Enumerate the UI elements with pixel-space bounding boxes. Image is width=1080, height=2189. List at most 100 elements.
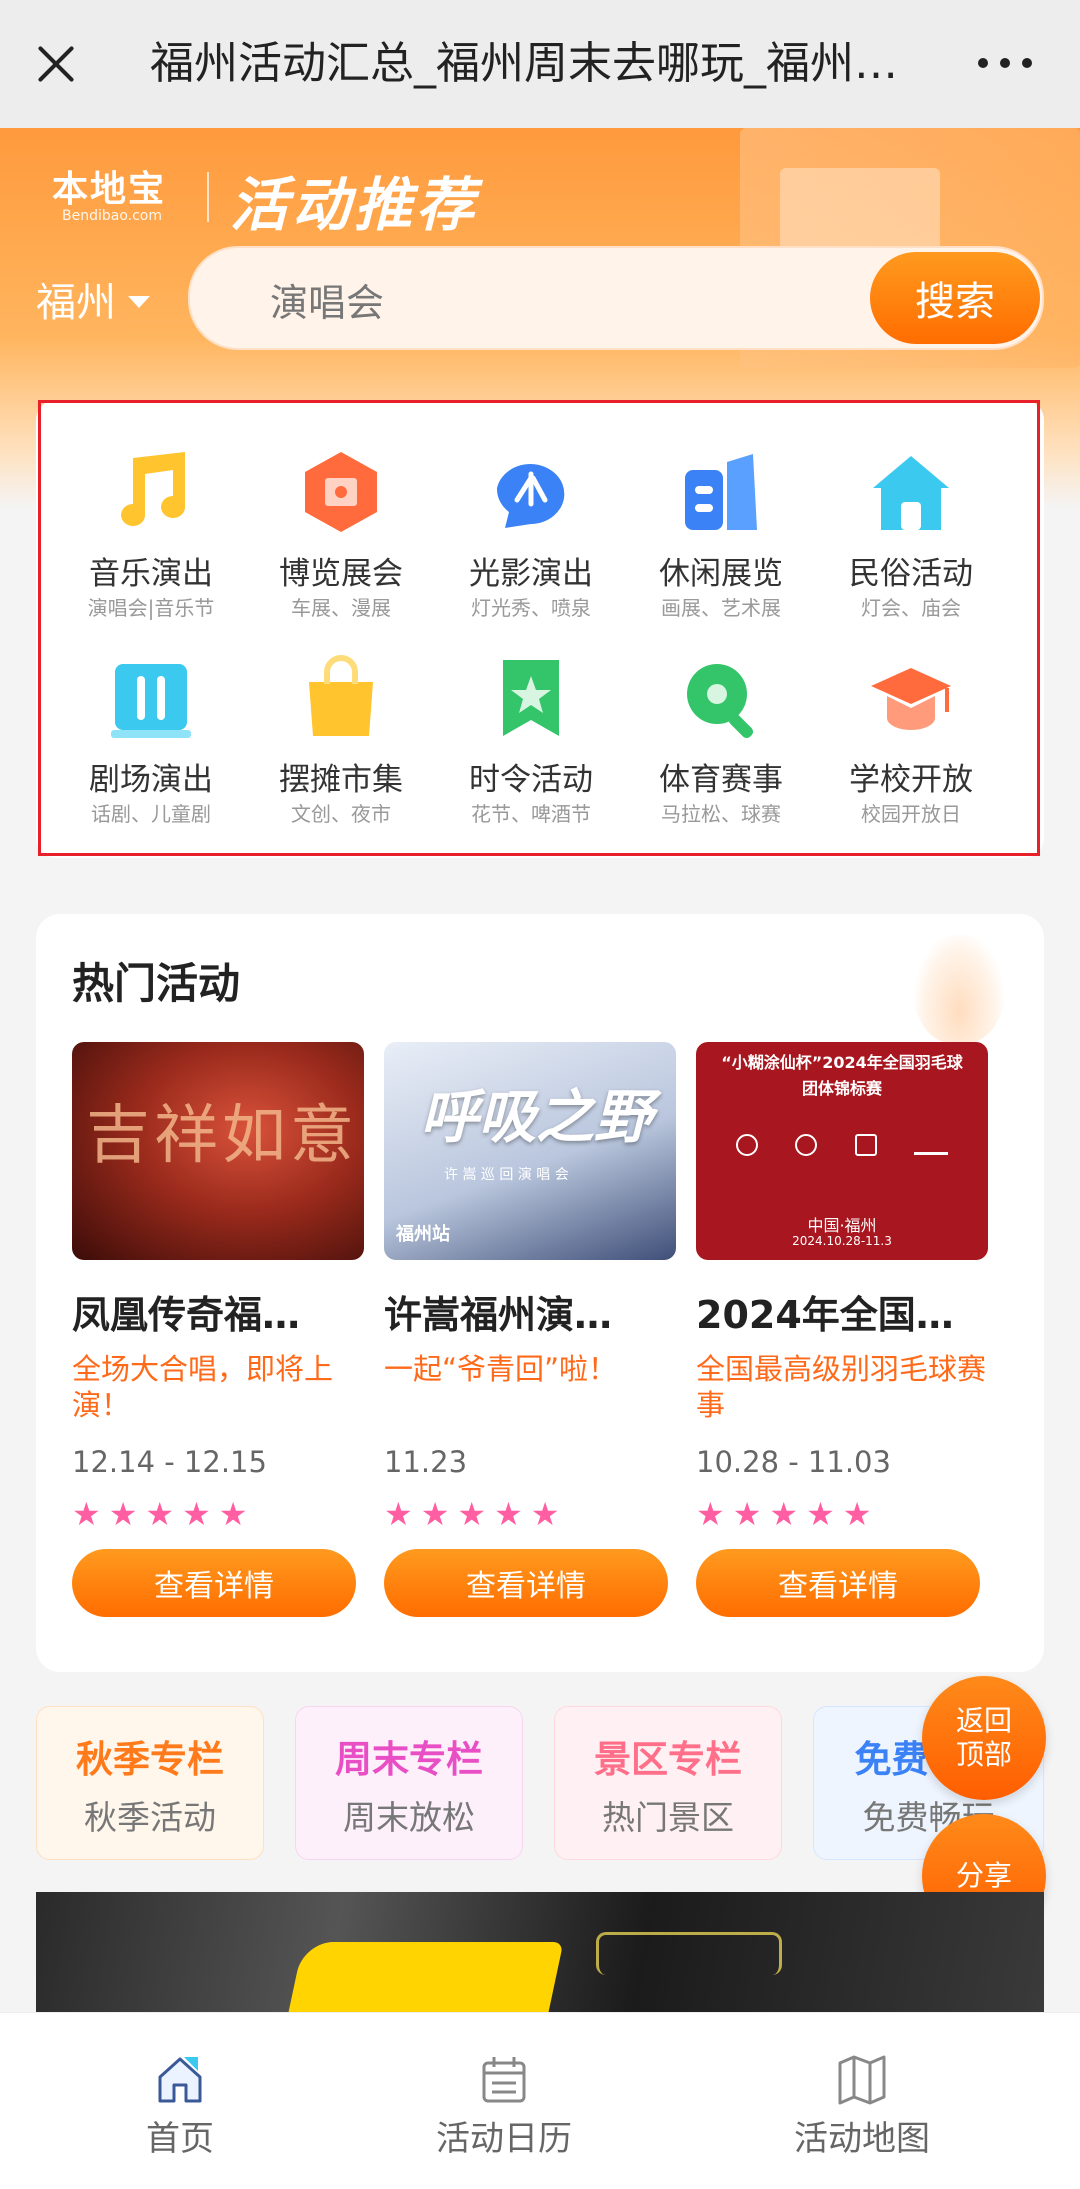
event-name: 凤凰传奇福… (72, 1293, 301, 1337)
category-name: 博览展会 (279, 556, 403, 592)
category-name: 剧场演出 (89, 762, 213, 798)
category-sub: 校园开放日 (861, 802, 961, 826)
event-name: 许嵩福州演… (384, 1293, 613, 1337)
nav-map[interactable]: 活动地图 (762, 2053, 962, 2160)
sponsor-logos (736, 1134, 948, 1156)
nav-label: 活动日历 (436, 2119, 572, 2159)
category-item[interactable]: 剧场演出话剧、儿童剧 (56, 654, 246, 827)
event-date: 11.23 (384, 1445, 468, 1479)
hot-events-title: 热门活动 (72, 959, 241, 1008)
category-name: 休闲展览 (659, 556, 783, 592)
category-name: 学校开放 (849, 762, 973, 798)
city-label: 福州 (36, 280, 116, 326)
search-button[interactable]: 搜索 (870, 252, 1040, 344)
category-sub: 文创、夜市 (291, 802, 391, 826)
promo-banner[interactable] (36, 1892, 1044, 2012)
bottom-nav: 首页 活动日历 活动地图 (0, 2012, 1080, 2189)
chevron-down-icon (128, 296, 150, 308)
search-input[interactable]: 演唱会 (270, 272, 384, 327)
rating-stars: ★★★★★ (384, 1495, 568, 1533)
column-autumn[interactable]: 秋季专栏 秋季活动 (36, 1706, 264, 1860)
nav-label: 活动地图 (794, 2119, 930, 2159)
column-sub: 周末放松 (343, 1798, 475, 1837)
event-date: 12.14 - 12.15 (72, 1445, 267, 1479)
category-item[interactable]: 时令活动花节、啤酒节 (436, 654, 626, 827)
ping-pong-icon (677, 654, 765, 742)
star-badge-icon (487, 654, 575, 742)
event-card[interactable]: 呼吸之野 许 嵩 巡 回 演 唱 会 福州站 许嵩福州演… 一起“爷青回”啦！ … (384, 1042, 676, 1617)
category-name: 摆摊市集 (279, 762, 403, 798)
theater-icon (107, 654, 195, 742)
exhibition-icon (297, 448, 385, 536)
event-desc: 全国最高级别羽毛球赛事 (696, 1352, 987, 1422)
category-sub: 马拉松、球赛 (661, 802, 781, 826)
column-title: 景区专栏 (594, 1738, 742, 1781)
event-desc: 全场大合唱，即将上演！ (72, 1352, 334, 1422)
rating-stars: ★★★★★ (696, 1495, 880, 1533)
more-options-icon[interactable] (978, 58, 1032, 68)
hero-title: 活动推荐 (230, 171, 479, 239)
category-name: 音乐演出 (89, 556, 213, 592)
category-item[interactable]: 学校开放 校园开放日 (816, 654, 1006, 827)
event-poster[interactable]: 呼吸之野 许 嵩 巡 回 演 唱 会 福州站 (384, 1042, 676, 1260)
category-name: 光影演出 (469, 556, 593, 592)
category-sub: 画展、艺术展 (661, 596, 781, 620)
map-icon (836, 2053, 888, 2105)
shopping-bag-icon (297, 654, 385, 742)
category-sub: 演唱会|音乐节 (87, 596, 215, 620)
event-card[interactable]: 吉祥如意 凤凰传奇福… 全场大合唱，即将上演！ 12.14 - 12.15 ★★… (72, 1042, 364, 1617)
column-weekend[interactable]: 周末专栏 周末放松 (295, 1706, 523, 1860)
page-title: 福州活动汇总_福州周末去哪玩_福州… (150, 38, 898, 89)
category-item[interactable]: 音乐演出演唱会|音乐节 (56, 448, 246, 621)
event-date: 10.28 - 11.03 (696, 1445, 891, 1479)
back-to-top-button[interactable]: 返回顶部 (922, 1676, 1046, 1800)
category-sub: 话剧、儿童剧 (91, 802, 211, 826)
graduation-cap-icon (867, 654, 955, 742)
light-show-icon (487, 448, 575, 536)
view-details-button[interactable]: 查看详情 (696, 1549, 980, 1617)
event-poster[interactable]: “小糊涂仙杯”2024年全国羽毛球团体锦标赛 中国·福州 2024.10.28-… (696, 1042, 988, 1260)
nav-home[interactable]: 首页 (80, 2053, 280, 2160)
calendar-icon (478, 2053, 530, 2105)
share-label: 分享 (955, 1859, 1012, 1892)
column-title: 秋季专栏 (76, 1738, 224, 1781)
city-selector[interactable]: 福州 (36, 270, 150, 328)
close-icon[interactable] (28, 36, 84, 92)
house-icon (867, 448, 955, 536)
top-bar: 福州活动汇总_福州周末去哪玩_福州… (0, 0, 1080, 128)
category-name: 时令活动 (469, 762, 593, 798)
bendibao-logo: 本地宝 Bendibao.com (52, 169, 167, 224)
music-note-icon (107, 448, 195, 536)
category-sub: 花节、啤酒节 (471, 802, 591, 826)
back-to-top-label: 返回顶部 (955, 1704, 1012, 1771)
category-sub: 灯会、庙会 (861, 596, 961, 620)
category-sub: 车展、漫展 (291, 596, 391, 620)
rating-stars: ★★★★★ (72, 1495, 256, 1533)
view-details-button[interactable]: 查看详情 (384, 1549, 668, 1617)
column-title: 周末专栏 (335, 1738, 483, 1781)
category-item[interactable]: 体育赛事 马拉松、球赛 (626, 654, 816, 827)
logo-divider (207, 172, 209, 222)
search-bar[interactable]: 演唱会 搜索 (188, 246, 1044, 350)
nav-label: 首页 (146, 2119, 214, 2159)
hot-events-section: 热门活动 吉祥如意 凤凰传奇福… 全场大合唱，即将上演！ 12.14 - 12.… (36, 914, 1044, 1672)
column-sub: 热门景区 (602, 1798, 734, 1837)
category-name: 民俗活动 (849, 556, 973, 592)
category-item[interactable]: 光影演出灯光秀、喷泉 (436, 448, 626, 621)
view-details-button[interactable]: 查看详情 (72, 1549, 356, 1617)
event-card[interactable]: “小糊涂仙杯”2024年全国羽毛球团体锦标赛 中国·福州 2024.10.28-… (696, 1042, 988, 1617)
category-item[interactable]: 民俗活动 灯会、庙会 (816, 448, 1006, 621)
category-item[interactable]: 休闲展览画展、艺术展 (626, 448, 816, 621)
home-icon (154, 2053, 206, 2105)
event-desc: 一起“爷青回”啦！ (384, 1352, 618, 1386)
event-poster[interactable]: 吉祥如意 (72, 1042, 364, 1260)
column-scenic[interactable]: 景区专栏 热门景区 (554, 1706, 782, 1860)
category-item[interactable]: 摆摊市集 文创、夜市 (246, 654, 436, 827)
column-sub: 秋季活动 (84, 1798, 216, 1837)
event-name: 2024年全国… (696, 1293, 954, 1337)
gallery-icon (677, 448, 765, 536)
category-item[interactable]: 博览展会 车展、漫展 (246, 448, 436, 621)
category-sub: 灯光秀、喷泉 (471, 596, 591, 620)
nav-calendar[interactable]: 活动日历 (404, 2053, 604, 2160)
flame-icon (914, 934, 1004, 1044)
